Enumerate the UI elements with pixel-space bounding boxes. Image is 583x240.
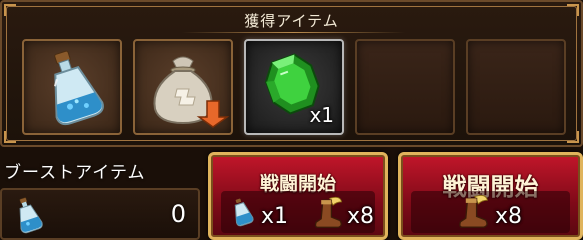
winged-boot-icon [459,194,488,228]
boost-item-count: 0 [170,200,186,228]
frame-corner [4,131,16,143]
item-slot-5 [466,39,566,135]
boot-cost: x8 [347,204,375,229]
item-slot-2[interactable] [133,39,233,135]
acquired-items-title: 獲得アイテム [244,12,339,30]
potion-bottle-icon [234,198,254,227]
potion-bottle-icon [53,50,104,126]
potion-bottle-icon [19,197,43,234]
item-slot-3[interactable]: x1 [244,39,344,135]
cost-strip: x8 [411,191,570,233]
item-slot-4 [355,39,455,135]
title-divider [182,32,405,33]
battle-start-boost-button[interactable]: 戦闘開始 x1 x8 [208,152,388,240]
boot-cost: x8 [495,204,523,229]
item-slot-1[interactable] [22,39,122,135]
pouch-bag-icon [153,56,230,128]
winged-boot-icon [314,196,343,228]
potion-cost: x1 [261,204,289,229]
boost-items-label: ブーストアイテム [4,163,146,183]
cost-strip: x1 x8 [221,191,375,233]
acquired-items-panel: 獲得アイテム x1 [0,0,583,147]
item-quantity: x1 [309,103,334,127]
frame-corner [567,131,579,143]
boost-item-bar[interactable]: 0 [0,188,200,240]
battle-start-button[interactable]: 戦闘開始 x8 [398,152,583,240]
